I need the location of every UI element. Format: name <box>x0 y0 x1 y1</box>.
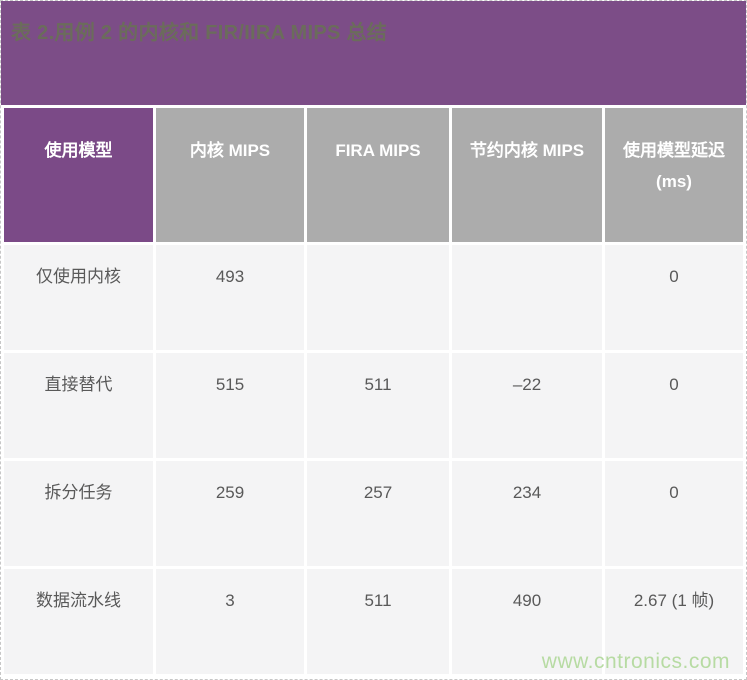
cell-core-mips: 515 <box>156 353 304 458</box>
mips-summary-table: 使用模型 内核 MIPS FIRA MIPS 节约内核 MIPS 使用模型延迟 … <box>1 105 746 677</box>
cell-saved-core-mips: –22 <box>452 353 602 458</box>
header-delay-line2: (ms) <box>656 172 692 191</box>
cell-usage-model-delay: 0 <box>605 353 743 458</box>
cell-core-mips: 259 <box>156 461 304 566</box>
header-core-mips: 内核 MIPS <box>156 108 304 242</box>
header-delay-line1: 使用模型延迟 <box>623 141 725 160</box>
cell-usage-model-delay: 0 <box>605 461 743 566</box>
cell-core-mips: 3 <box>156 569 304 674</box>
cell-saved-core-mips <box>452 245 602 350</box>
cell-saved-core-mips: 234 <box>452 461 602 566</box>
cell-usage-model: 仅使用内核 <box>4 245 153 350</box>
table-header-row: 使用模型 内核 MIPS FIRA MIPS 节约内核 MIPS 使用模型延迟 … <box>4 108 743 242</box>
cell-fira-mips: 511 <box>307 353 449 458</box>
watermark-url: www.cntronics.com <box>542 650 730 674</box>
cell-core-mips: 493 <box>156 245 304 350</box>
table-title-banner: 表 2.用例 2 的内核和 FIR/IIRA MIPS 总结 <box>1 1 746 105</box>
table-row: 直接替代 515 511 –22 0 <box>4 353 743 458</box>
cell-fira-mips: 257 <box>307 461 449 566</box>
table-row: 仅使用内核 493 0 <box>4 245 743 350</box>
header-saved-core-mips: 节约内核 MIPS <box>452 108 602 242</box>
header-usage-model: 使用模型 <box>4 108 153 242</box>
table-title: 表 2.用例 2 的内核和 FIR/IIRA MIPS 总结 <box>11 21 734 45</box>
header-usage-model-delay: 使用模型延迟 (ms) <box>605 108 743 242</box>
cell-fira-mips <box>307 245 449 350</box>
table-row: 拆分任务 259 257 234 0 <box>4 461 743 566</box>
cell-usage-model: 直接替代 <box>4 353 153 458</box>
cell-usage-model: 数据流水线 <box>4 569 153 674</box>
header-fira-mips: FIRA MIPS <box>307 108 449 242</box>
cell-fira-mips: 511 <box>307 569 449 674</box>
cell-usage-model-delay: 0 <box>605 245 743 350</box>
cell-usage-model: 拆分任务 <box>4 461 153 566</box>
document-page: 表 2.用例 2 的内核和 FIR/IIRA MIPS 总结 使用模型 内核 M… <box>0 0 747 680</box>
